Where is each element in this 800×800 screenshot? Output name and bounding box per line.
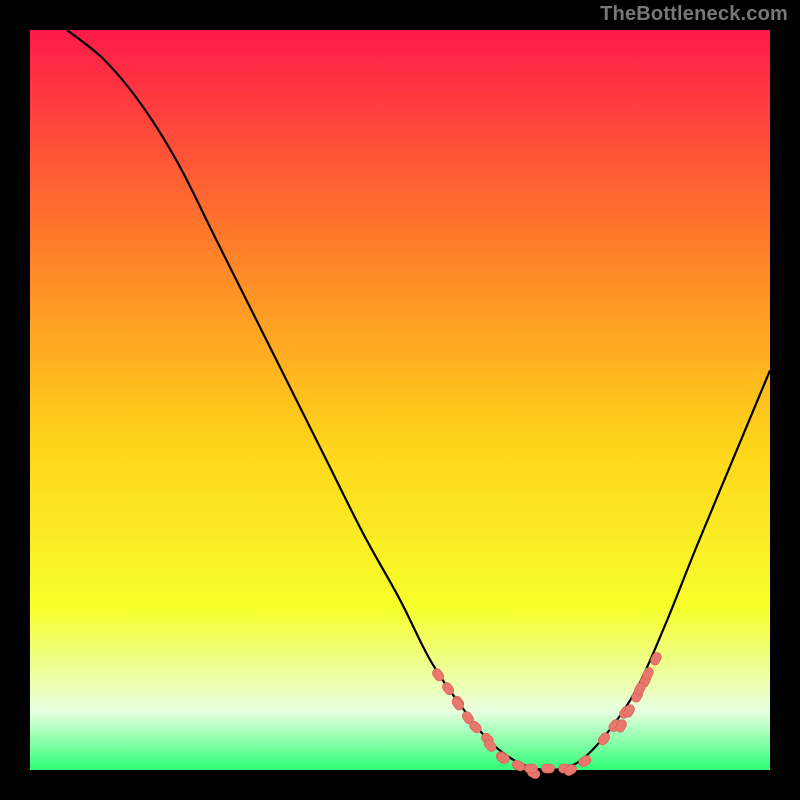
curve-marker (542, 764, 555, 773)
watermark-text: TheBottleneck.com (600, 3, 788, 26)
bottleneck-plot (0, 0, 800, 800)
curve-marker (525, 764, 538, 773)
chart-stage: TheBottleneck.com (0, 0, 800, 800)
